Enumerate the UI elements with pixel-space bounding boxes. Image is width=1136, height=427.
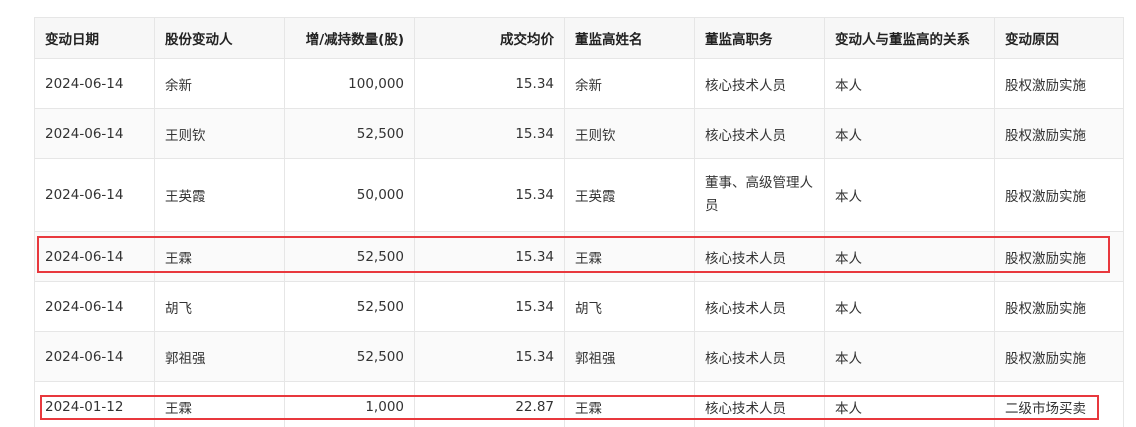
- cell-date: 2024-06-14: [34, 108, 155, 159]
- cell-relation: 本人: [824, 231, 995, 282]
- col-header-relation: 变动人与董监高的关系: [824, 17, 995, 59]
- col-header-date: 变动日期: [34, 17, 155, 59]
- cell-executive-name: 郭祖强: [564, 331, 695, 382]
- cell-reason: 股权激励实施: [994, 158, 1124, 232]
- cell-avg-price: 22.87: [414, 381, 565, 427]
- cell-executive-title: 核心技术人员: [694, 58, 825, 109]
- cell-avg-price: 15.34: [414, 331, 565, 382]
- cell-date: 2024-06-14: [34, 331, 155, 382]
- cell-changer: 王霖: [154, 231, 285, 282]
- cell-changer: 王英霞: [154, 158, 285, 232]
- cell-executive-name: 余新: [564, 58, 695, 109]
- table-row: 2024-06-14 王霖 52,500 15.34 王霖 核心技术人员 本人 …: [34, 231, 1124, 282]
- cell-changer: 王则钦: [154, 108, 285, 159]
- cell-changer: 郭祖强: [154, 331, 285, 382]
- cell-quantity: 100,000: [284, 58, 415, 109]
- table-row: 2024-01-12 王霖 1,000 22.87 王霖 核心技术人员 本人 二…: [34, 381, 1124, 427]
- cell-relation: 本人: [824, 331, 995, 382]
- insider-trading-table: 变动日期 股份变动人 增/减持数量(股) 成交均价 董监高姓名 董监高职务 变动…: [34, 17, 1124, 427]
- table-row: 2024-06-14 郭祖强 52,500 15.34 郭祖强 核心技术人员 本…: [34, 331, 1124, 382]
- cell-reason: 股权激励实施: [994, 108, 1124, 159]
- cell-reason: 股权激励实施: [994, 331, 1124, 382]
- cell-relation: 本人: [824, 381, 995, 427]
- cell-executive-title: 核心技术人员: [694, 231, 825, 282]
- col-header-changer: 股份变动人: [154, 17, 285, 59]
- cell-quantity: 52,500: [284, 231, 415, 282]
- table-row: 2024-06-14 王英霞 50,000 15.34 王英霞 董事、高级管理人…: [34, 158, 1124, 232]
- cell-changer: 胡飞: [154, 281, 285, 332]
- cell-executive-name: 胡飞: [564, 281, 695, 332]
- table-row: 2024-06-14 王则钦 52,500 15.34 王则钦 核心技术人员 本…: [34, 108, 1124, 159]
- cell-date: 2024-06-14: [34, 281, 155, 332]
- col-header-executive-title: 董监高职务: [694, 17, 825, 59]
- cell-reason: 股权激励实施: [994, 281, 1124, 332]
- cell-reason: 股权激励实施: [994, 58, 1124, 109]
- cell-quantity: 52,500: [284, 331, 415, 382]
- cell-relation: 本人: [824, 281, 995, 332]
- table-row: 2024-06-14 余新 100,000 15.34 余新 核心技术人员 本人…: [34, 58, 1124, 109]
- cell-avg-price: 15.34: [414, 231, 565, 282]
- cell-executive-name: 王英霞: [564, 158, 695, 232]
- cell-quantity: 50,000: [284, 158, 415, 232]
- cell-date: 2024-01-12: [34, 381, 155, 427]
- cell-changer: 王霖: [154, 381, 285, 427]
- cell-executive-title: 董事、高级管理人员: [694, 158, 825, 232]
- cell-executive-title: 核心技术人员: [694, 108, 825, 159]
- cell-reason: 股权激励实施: [994, 231, 1124, 282]
- cell-date: 2024-06-14: [34, 231, 155, 282]
- cell-reason: 二级市场买卖: [994, 381, 1124, 427]
- cell-quantity: 52,500: [284, 281, 415, 332]
- cell-relation: 本人: [824, 158, 995, 232]
- table-row: 2024-06-14 胡飞 52,500 15.34 胡飞 核心技术人员 本人 …: [34, 281, 1124, 332]
- cell-date: 2024-06-14: [34, 158, 155, 232]
- cell-avg-price: 15.34: [414, 108, 565, 159]
- cell-executive-title: 核心技术人员: [694, 281, 825, 332]
- cell-date: 2024-06-14: [34, 58, 155, 109]
- col-header-quantity: 增/减持数量(股): [284, 17, 415, 59]
- col-header-avg-price: 成交均价: [414, 17, 565, 59]
- col-header-reason: 变动原因: [994, 17, 1124, 59]
- cell-quantity: 52,500: [284, 108, 415, 159]
- cell-executive-title: 核心技术人员: [694, 381, 825, 427]
- cell-avg-price: 15.34: [414, 158, 565, 232]
- cell-executive-title: 核心技术人员: [694, 331, 825, 382]
- table-header-row: 变动日期 股份变动人 增/减持数量(股) 成交均价 董监高姓名 董监高职务 变动…: [34, 17, 1124, 59]
- cell-avg-price: 15.34: [414, 58, 565, 109]
- cell-avg-price: 15.34: [414, 281, 565, 332]
- page: 变动日期 股份变动人 增/减持数量(股) 成交均价 董监高姓名 董监高职务 变动…: [0, 0, 1136, 427]
- cell-executive-name: 王霖: [564, 381, 695, 427]
- cell-relation: 本人: [824, 58, 995, 109]
- cell-executive-name: 王霖: [564, 231, 695, 282]
- cell-relation: 本人: [824, 108, 995, 159]
- cell-quantity: 1,000: [284, 381, 415, 427]
- col-header-executive-name: 董监高姓名: [564, 17, 695, 59]
- cell-changer: 余新: [154, 58, 285, 109]
- cell-executive-name: 王则钦: [564, 108, 695, 159]
